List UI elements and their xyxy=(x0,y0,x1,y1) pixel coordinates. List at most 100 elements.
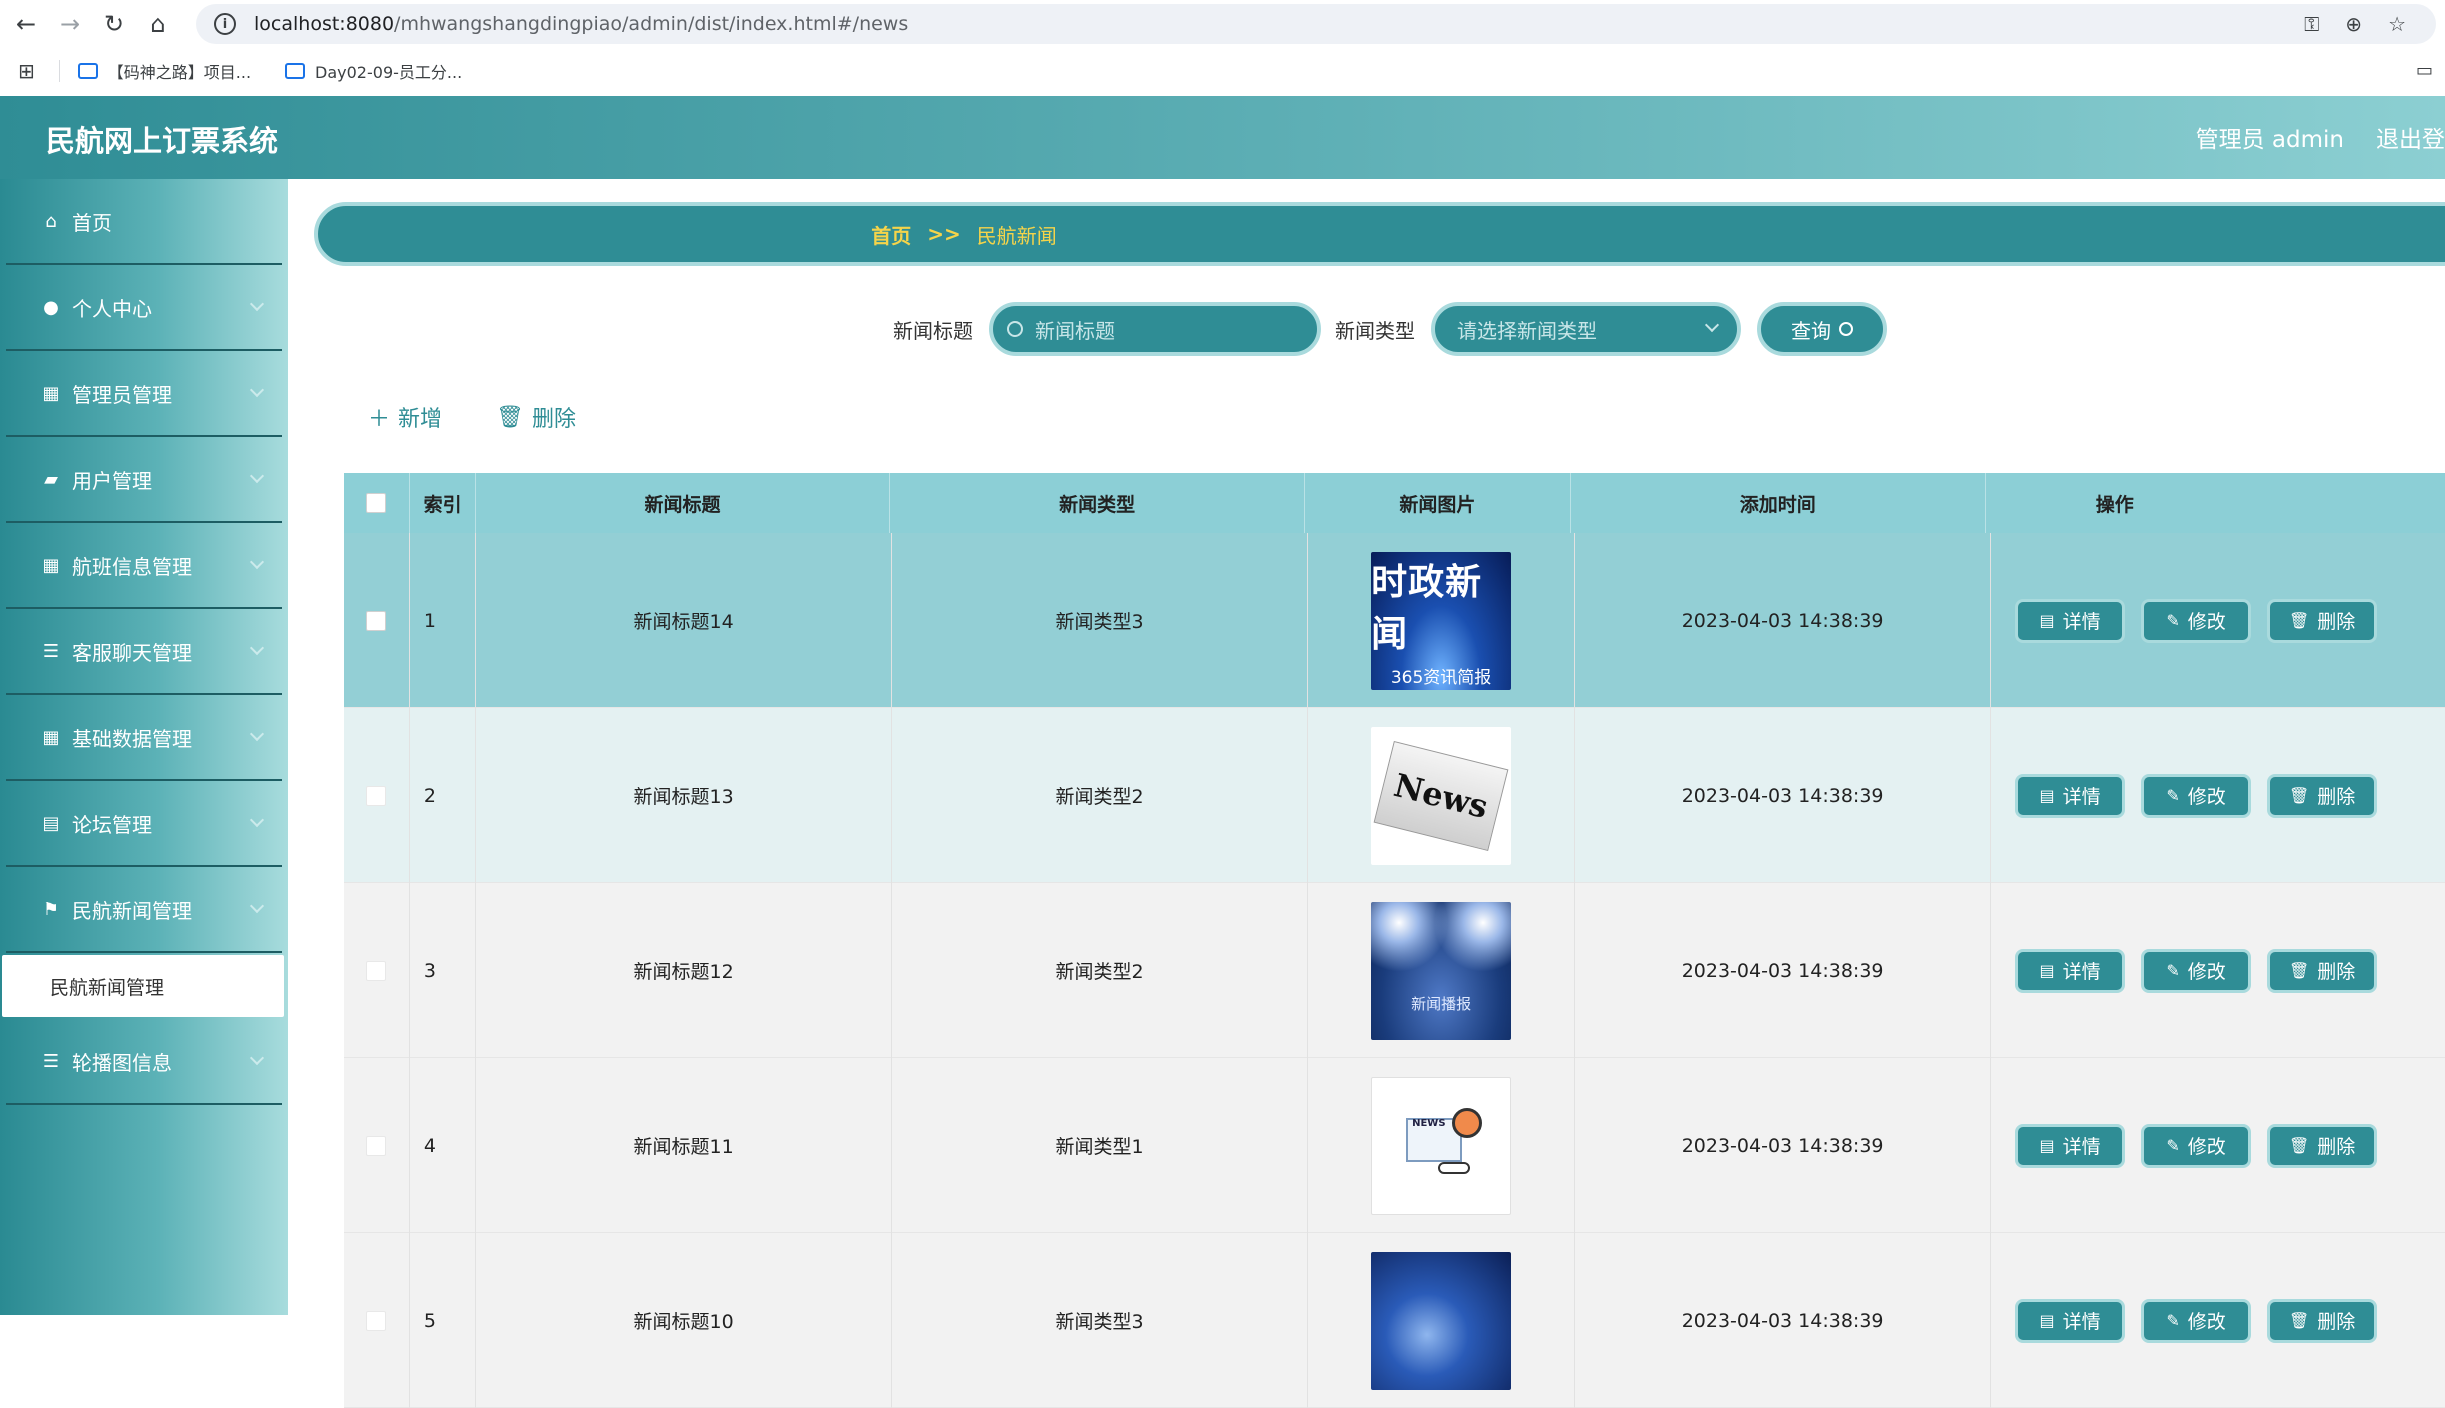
edit-button[interactable]: ✎ 修改 xyxy=(2141,598,2252,643)
forward-icon[interactable]: → xyxy=(48,2,92,46)
row-checkbox[interactable] xyxy=(366,1135,387,1156)
breadcrumb-home[interactable]: 首页 xyxy=(871,220,911,249)
sidebar-item-admins[interactable]: ▦ 管理员管理 xyxy=(6,351,282,437)
sidebar-item-carousel[interactable]: ☰ 轮播图信息 xyxy=(6,1019,282,1105)
edit-label: 修改 xyxy=(2187,611,2226,633)
bookmark-1[interactable]: 【码神之路】项目... xyxy=(77,59,251,83)
key-icon[interactable]: ⚿ xyxy=(2304,12,2319,36)
row-ops: ▤ 详情 ✎ 修改 🗑 删除 xyxy=(1991,883,2445,1058)
chevron-down-icon xyxy=(249,812,265,828)
delete-button[interactable]: 🗑 删除 xyxy=(2267,598,2378,643)
sidebar-item-label: 首页 xyxy=(72,210,112,235)
edit-button[interactable]: ✎ 修改 xyxy=(2141,773,2252,818)
detail-button[interactable]: ▤ 详情 xyxy=(2015,1123,2126,1168)
home-browser-icon[interactable]: ⌂ xyxy=(136,2,180,46)
row-checkbox-cell xyxy=(344,708,410,883)
row-type: 新闻类型3 xyxy=(892,1233,1309,1408)
row-index: 5 xyxy=(410,1233,477,1408)
sidebar-item-label: 客服聊天管理 xyxy=(72,640,192,665)
delete-button[interactable]: 🗑 删除 xyxy=(2267,1123,2378,1168)
row-checkbox[interactable] xyxy=(366,1310,387,1331)
header-image: 新闻图片 xyxy=(1305,473,1571,533)
query-button[interactable]: 查询 xyxy=(1757,302,1887,356)
detail-button[interactable]: ▤ 详情 xyxy=(2015,1298,2126,1343)
edit-button[interactable]: ✎ 修改 xyxy=(2141,1123,2252,1168)
app-title: 民航网上订票系统 xyxy=(46,124,279,158)
news-thumbnail[interactable]: NEWS xyxy=(1371,1076,1512,1215)
sidebar-item-chat[interactable]: ☰ 客服聊天管理 xyxy=(6,609,282,695)
table-row[interactable]: 5 新闻标题10 新闻类型3 2023-04-03 14:38:39 ▤ 详情 ✎… xyxy=(344,1233,2445,1408)
type-label: 新闻类型 xyxy=(1335,318,1415,343)
sidebar-subitem-news[interactable]: 民航新闻管理 xyxy=(2,955,284,1017)
star-icon[interactable]: ☆ xyxy=(2388,12,2406,36)
back-icon[interactable]: ← xyxy=(4,2,48,46)
zoom-icon[interactable]: ⊕ xyxy=(2345,12,2362,36)
batch-delete-button[interactable]: 🗑 删除 xyxy=(496,401,576,433)
edit-button[interactable]: ✎ 修改 xyxy=(2141,948,2252,993)
row-ops: ▤ 详情 ✎ 修改 🗑 删除 xyxy=(1991,708,2445,883)
row-checkbox[interactable] xyxy=(366,960,387,981)
row-image-cell: 时政新闻 365资讯简报 xyxy=(1308,533,1576,708)
title-search-input[interactable]: 新闻标题 xyxy=(989,302,1321,356)
trash-icon: 🗑 xyxy=(2288,1311,2310,1330)
sidebar: ⌂ 首页 ● 个人中心 ▦ 管理员管理 ▰ 用户管理 ▦ 航班信息管理 ☰ 客服聊天管理 ▦… xyxy=(0,179,288,1315)
bookmark-2[interactable]: Day02-09-员工分... xyxy=(285,59,462,83)
document-icon: ▤ xyxy=(2039,1136,2055,1155)
news-thumbnail[interactable]: 时政新闻 365资讯简报 xyxy=(1371,551,1512,690)
table-row[interactable]: 3 新闻标题12 新闻类型2 新闻播报 2023-04-03 14:38:39 … xyxy=(344,883,2445,1058)
sidebar-item-flights[interactable]: ▦ 航班信息管理 xyxy=(6,523,282,609)
chevron-down-icon xyxy=(249,554,265,570)
detail-button[interactable]: ▤ 详情 xyxy=(2015,948,2126,993)
folder-icon[interactable]: ▭ xyxy=(2416,60,2433,81)
apps-grid-icon[interactable]: ⊞ xyxy=(18,59,35,83)
grid-icon: ▦ xyxy=(42,554,60,576)
sidebar-item-basedata[interactable]: ▦ 基础数据管理 xyxy=(6,695,282,781)
row-checkbox-cell xyxy=(344,533,410,708)
trash-icon: 🗑 xyxy=(496,404,524,430)
table-row[interactable]: 1 新闻标题14 新闻类型3 时政新闻 365资讯简报 2023-04-03 1… xyxy=(344,533,2445,708)
sidebar-item-home[interactable]: ⌂ 首页 xyxy=(6,179,282,265)
select-all-checkbox[interactable] xyxy=(366,493,387,513)
delete-label: 删除 xyxy=(531,407,576,432)
delete-button[interactable]: 🗑 删除 xyxy=(2267,948,2378,993)
chevron-down-icon xyxy=(249,1050,265,1066)
news-thumbnail[interactable] xyxy=(1371,1251,1512,1390)
flag-icon: ⚑ xyxy=(42,898,60,920)
url-text[interactable]: localhost:8080/mhwangshangdingpiao/admin… xyxy=(254,13,908,35)
type-select[interactable]: 请选择新闻类型 xyxy=(1431,302,1741,356)
logout-link[interactable]: 退出登 xyxy=(2376,120,2445,154)
reload-icon[interactable]: ↻ xyxy=(92,2,136,46)
sidebar-item-profile[interactable]: ● 个人中心 xyxy=(6,265,282,351)
sidebar-item-users[interactable]: ▰ 用户管理 xyxy=(6,437,282,523)
breadcrumb-current: 民航新闻 xyxy=(976,223,1057,248)
plus-icon: ＋ xyxy=(368,407,391,432)
table-row[interactable]: 2 新闻标题13 新闻类型2 News 2023-04-03 14:38:39 … xyxy=(344,708,2445,883)
search-form: 新闻标题 新闻标题 新闻类型 请选择新闻类型 查询 xyxy=(893,302,1887,356)
detail-button[interactable]: ▤ 详情 xyxy=(2015,598,2126,643)
thumb-text: News xyxy=(1390,765,1492,826)
add-button[interactable]: ＋ 新增 xyxy=(368,401,442,433)
orange-badge xyxy=(1452,1107,1483,1138)
bilibili-icon xyxy=(77,63,98,79)
row-checkbox[interactable] xyxy=(366,785,387,806)
header-title: 新闻标题 xyxy=(476,473,891,533)
detail-button[interactable]: ▤ 详情 xyxy=(2015,773,2126,818)
sidebar-item-forum[interactable]: ▤ 论坛管理 xyxy=(6,781,282,867)
delete-button[interactable]: 🗑 删除 xyxy=(2267,773,2378,818)
delete-button[interactable]: 🗑 删除 xyxy=(2267,1298,2378,1343)
news-thumbnail[interactable]: 新闻播报 xyxy=(1371,901,1512,1040)
table-row[interactable]: 4 新闻标题11 新闻类型1 NEWS 2023-04-03 14:38:39 … xyxy=(344,1058,2445,1233)
sidebar-item-news[interactable]: ⚑ 民航新闻管理 xyxy=(6,867,282,953)
row-time: 2023-04-03 14:38:39 xyxy=(1575,533,1992,708)
row-checkbox-cell xyxy=(344,1058,410,1233)
row-checkbox[interactable] xyxy=(366,610,387,631)
edit-button[interactable]: ✎ 修改 xyxy=(2141,1298,2252,1343)
address-bar[interactable]: i localhost:8080/mhwangshangdingpiao/adm… xyxy=(196,4,2436,44)
admin-user-label[interactable]: 管理员 admin xyxy=(2196,120,2344,154)
glasses-graphic xyxy=(1438,1161,1471,1174)
news-thumbnail[interactable]: News xyxy=(1371,726,1512,865)
row-image-cell: NEWS xyxy=(1308,1058,1576,1233)
users-icon: ▰ xyxy=(44,468,58,490)
pencil-icon: ✎ xyxy=(2166,961,2180,980)
site-info-icon[interactable]: i xyxy=(214,13,236,35)
